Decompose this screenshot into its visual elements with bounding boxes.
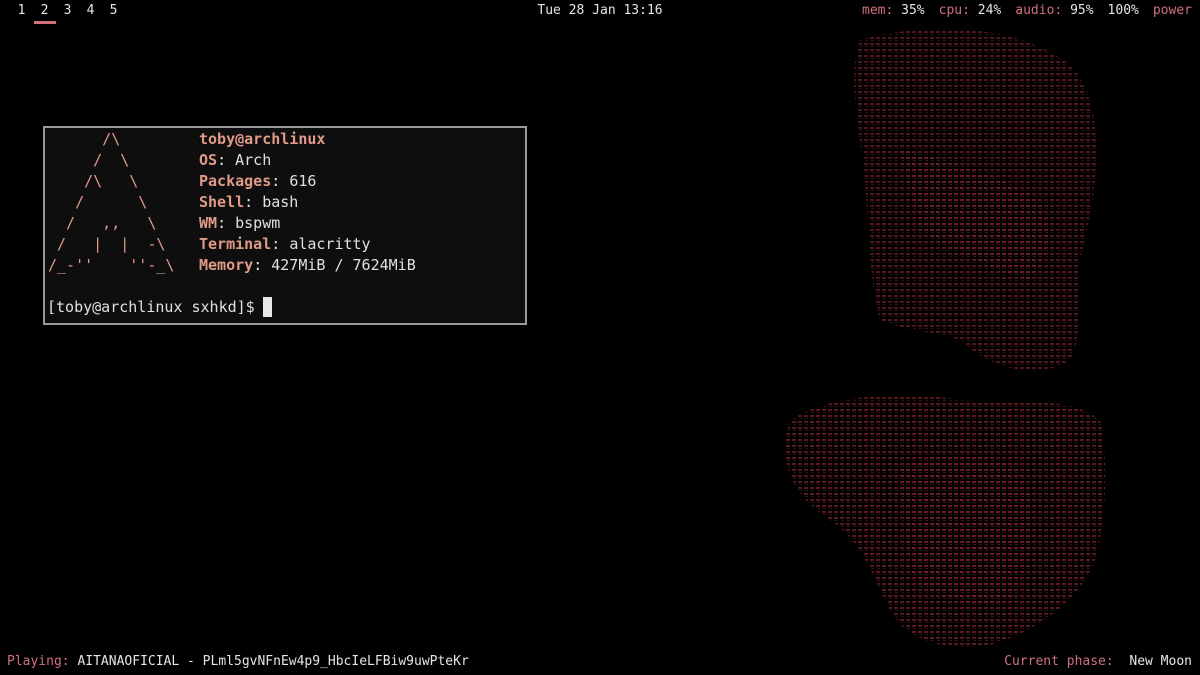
cpu-status: cpu: 24% [939,3,1002,18]
brightness-value[interactable]: 100% [1108,3,1139,18]
phase-value: New Moon [1129,654,1192,669]
logo-line: / ,, \ [48,214,157,232]
shell-prompt-line[interactable]: [toby@archlinux sxhkd]$ [47,297,272,317]
cpu-label: cpu: [938,3,970,18]
info-value: 616 [289,172,317,190]
audio-status[interactable]: audio: 95% [1015,3,1093,18]
info-key: OS [199,151,218,169]
info-value: alacritty [289,235,371,253]
info-value: Arch [235,151,272,169]
info-os: OS: Arch [199,151,272,169]
mem-label: mem: [862,3,894,18]
shell-prompt: [toby@archlinux sxhkd]$ [47,298,255,316]
playing-value: AITANAOFICIAL - PLml5gvNFnEw4p9_HbcIeLFB… [77,654,469,669]
info-terminal: Terminal: alacritty [199,235,371,253]
info-value: bspwm [235,214,281,232]
info-key: Terminal [199,235,272,253]
audio-label: audio: [1015,3,1063,18]
info-key: WM [199,214,218,232]
desktop: 1 2 3 4 5 Tue 28 Jan 13:16 mem: 35% cpu:… [0,0,1200,675]
logo-line: / \ [48,193,148,211]
cpu-value: 24% [977,3,1002,18]
info-key: Memory [199,256,254,274]
phase-label: Current phase: [1004,654,1114,669]
mem-status: mem: 35% [862,3,925,18]
power-button[interactable]: power [1153,3,1192,18]
logo-line: / \ [48,151,130,169]
audio-value: 95% [1070,3,1094,18]
text-cursor [262,297,272,317]
system-status: mem: 35% cpu: 24% audio: 95% 100% power [848,3,1192,18]
moon-phase: Current phase: New Moon [1004,654,1192,669]
now-playing[interactable]: Playing: AITANAOFICIAL - PLml5gvNFnEw4p9… [7,654,469,669]
arch-ascii-logo: /\ / \ /\ \ / \ / ,, \ / | | -\ /_-'' ''… [48,129,174,276]
info-value: 427MiB / 7624MiB [271,256,416,274]
system-info: toby@archlinux OS: Arch Packages: 616 Sh… [199,129,416,276]
bottom-status-bar: Playing: AITANAOFICIAL - PLml5gvNFnEw4p9… [0,653,1200,675]
logo-line: /_-'' ''-_\ [48,256,175,274]
info-key: Shell [199,193,245,211]
logo-line: /\ [48,130,121,148]
playing-label: Playing: [7,654,70,669]
logo-line: /\ \ [48,172,139,190]
info-wm: WM: bspwm [199,214,281,232]
terminal-window[interactable]: /\ / \ /\ \ / \ / ,, \ / | | -\ /_-'' ''… [43,126,527,325]
info-memory: Memory: 427MiB / 7624MiB [199,256,416,274]
info-packages: Packages: 616 [199,172,317,190]
info-shell: Shell: bash [199,193,299,211]
top-status-bar: 1 2 3 4 5 Tue 28 Jan 13:16 mem: 35% cpu:… [0,0,1200,24]
userhost: toby@archlinux [199,130,326,148]
info-value: bash [262,193,299,211]
info-key: Packages [199,172,272,190]
logo-line: / | | -\ [48,235,166,253]
mem-value: 35% [901,3,925,18]
wallpaper-ascii-art [0,0,1200,675]
